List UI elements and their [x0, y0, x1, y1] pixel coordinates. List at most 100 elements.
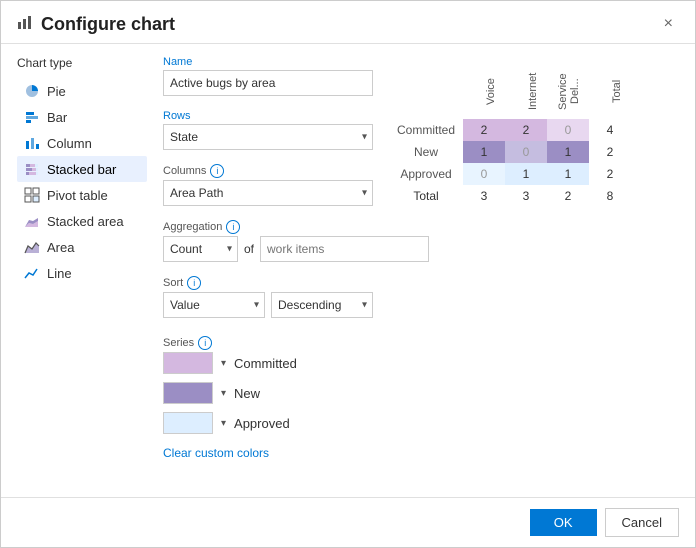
- aggregation-label-row: Aggregation i: [163, 220, 373, 234]
- table-row: New 1 0 1 2: [389, 141, 631, 163]
- column-icon: [23, 134, 41, 152]
- rows-section: Rows State ▾: [163, 110, 373, 150]
- chart-type-line[interactable]: Line: [17, 260, 147, 286]
- columns-select-wrapper: Area Path ▾: [163, 180, 373, 206]
- pivot-panel: Voice Internet Service Del... Total Comm…: [389, 56, 679, 485]
- series-label: Series: [163, 337, 194, 349]
- dialog-footer: OK Cancel: [1, 497, 695, 547]
- ok-button[interactable]: OK: [530, 509, 597, 536]
- series-new: ▾ New: [163, 382, 373, 404]
- sort-dir-select[interactable]: Descending: [271, 292, 373, 318]
- series-committed-color[interactable]: [163, 352, 213, 374]
- table-row-total: Total 3 3 2 8: [389, 185, 631, 207]
- sort-label-row: Sort i: [163, 276, 373, 290]
- sort-row: Value ▾ Descending ▾: [163, 292, 373, 318]
- aggregation-row: Count ▾ of: [163, 236, 373, 262]
- series-new-chevron-icon[interactable]: ▾: [221, 388, 226, 399]
- series-info-icon[interactable]: i: [198, 336, 212, 350]
- series-new-color[interactable]: [163, 382, 213, 404]
- cell-total-internet: 3: [505, 185, 547, 207]
- aggregation-label: Aggregation: [163, 221, 222, 233]
- cell-committed-total: 4: [589, 119, 631, 141]
- cell-committed-internet: 2: [505, 119, 547, 141]
- stacked-bar-icon: [23, 160, 41, 178]
- aggregation-count-select[interactable]: Count: [163, 236, 238, 262]
- rows-select[interactable]: State: [163, 124, 373, 150]
- row-total: Total: [389, 185, 463, 207]
- area-icon: [23, 238, 41, 256]
- cell-approved-service: 1: [547, 163, 589, 185]
- series-committed: ▾ Committed: [163, 352, 373, 374]
- row-approved: Approved: [389, 163, 463, 185]
- aggregation-of-text: of: [244, 242, 254, 256]
- cell-approved-voice: 0: [463, 163, 505, 185]
- dialog-title: Configure chart: [41, 14, 175, 35]
- sort-section: Sort i Value ▾ Descending ▾: [163, 276, 373, 318]
- series-approved-color[interactable]: [163, 412, 213, 434]
- sort-value-wrapper: Value ▾: [163, 292, 265, 318]
- chart-icon: [17, 14, 33, 35]
- columns-label: Columns: [163, 165, 206, 177]
- cell-total-service: 2: [547, 185, 589, 207]
- chart-type-stacked-bar[interactable]: Stacked bar: [17, 156, 147, 182]
- col-header-internet: Internet: [505, 64, 547, 119]
- line-icon: [23, 264, 41, 282]
- sort-value-select[interactable]: Value: [163, 292, 265, 318]
- name-section: Name: [163, 56, 373, 96]
- chart-type-pie-label: Pie: [47, 84, 66, 99]
- close-button[interactable]: ×: [658, 13, 679, 35]
- pivot-data-table: Voice Internet Service Del... Total Comm…: [389, 64, 631, 207]
- chart-type-area-label: Area: [47, 240, 74, 255]
- clear-colors-link[interactable]: Clear custom colors: [163, 446, 269, 460]
- agg-select-wrapper: Count ▾: [163, 236, 238, 262]
- cell-committed-voice: 2: [463, 119, 505, 141]
- series-committed-chevron-icon[interactable]: ▾: [221, 358, 226, 369]
- dialog-header: Configure chart ×: [1, 1, 695, 44]
- sort-info-icon[interactable]: i: [187, 276, 201, 290]
- table-row: Approved 0 1 1 2: [389, 163, 631, 185]
- col-header-total: Total: [589, 64, 631, 119]
- columns-select[interactable]: Area Path: [163, 180, 373, 206]
- chart-type-column[interactable]: Column: [17, 130, 147, 156]
- cancel-button[interactable]: Cancel: [605, 508, 679, 537]
- columns-label-row: Columns i: [163, 164, 373, 178]
- stacked-area-icon: [23, 212, 41, 230]
- sort-dir-wrapper: Descending ▾: [271, 292, 373, 318]
- pie-icon: [23, 82, 41, 100]
- chart-type-pivot[interactable]: Pivot table: [17, 182, 147, 208]
- chart-type-pivot-label: Pivot table: [47, 188, 108, 203]
- chart-type-area[interactable]: Area: [17, 234, 147, 260]
- col-header-service: Service Del...: [547, 64, 589, 119]
- chart-type-label: Chart type: [17, 56, 147, 70]
- series-section: Series i ▾ Committed ▾ New ▾ Approved: [163, 336, 373, 460]
- series-label-row: Series i: [163, 336, 373, 350]
- cell-committed-service: 0: [547, 119, 589, 141]
- bar-icon: [23, 108, 41, 126]
- name-input[interactable]: [163, 70, 373, 96]
- chart-type-line-label: Line: [47, 266, 72, 281]
- sort-label: Sort: [163, 277, 183, 289]
- rows-select-wrapper: State ▾: [163, 124, 373, 150]
- cell-approved-total: 2: [589, 163, 631, 185]
- cell-new-service: 1: [547, 141, 589, 163]
- pivot-table: Voice Internet Service Del... Total Comm…: [389, 64, 679, 207]
- cell-new-voice: 1: [463, 141, 505, 163]
- chart-type-bar-label: Bar: [47, 110, 67, 125]
- row-new: New: [389, 141, 463, 163]
- chart-type-pie[interactable]: Pie: [17, 78, 147, 104]
- aggregation-info-icon[interactable]: i: [226, 220, 240, 234]
- aggregation-section: Aggregation i Count ▾ of: [163, 220, 373, 262]
- chart-type-stacked-area[interactable]: Stacked area: [17, 208, 147, 234]
- columns-info-icon[interactable]: i: [210, 164, 224, 178]
- series-approved-chevron-icon[interactable]: ▾: [221, 418, 226, 429]
- series-approved-label: Approved: [234, 416, 290, 431]
- cell-total-total: 8: [589, 185, 631, 207]
- chart-type-bar[interactable]: Bar: [17, 104, 147, 130]
- name-label: Name: [163, 56, 373, 68]
- rows-label: Rows: [163, 110, 373, 122]
- chart-type-stacked-area-label: Stacked area: [47, 214, 124, 229]
- cell-new-internet: 0: [505, 141, 547, 163]
- form-panel: Name Rows State ▾ Columns i: [163, 56, 373, 485]
- col-header-voice: Voice: [463, 64, 505, 119]
- series-committed-label: Committed: [234, 356, 297, 371]
